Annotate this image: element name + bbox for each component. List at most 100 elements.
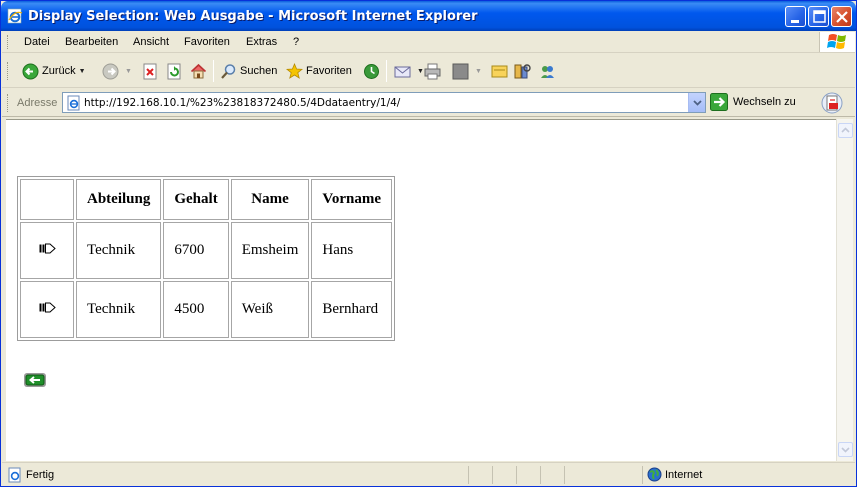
cell-name: Emsheim bbox=[230, 222, 310, 279]
status-text: Fertig bbox=[26, 469, 55, 481]
detail-arrow-icon[interactable] bbox=[39, 243, 56, 254]
windows-flag-icon bbox=[827, 34, 846, 49]
search-button[interactable]: Suchen bbox=[220, 59, 277, 83]
mail-icon bbox=[394, 66, 411, 77]
row-action-cell bbox=[20, 222, 74, 279]
history-button[interactable] bbox=[363, 59, 383, 83]
favorites-star-icon bbox=[286, 62, 303, 79]
menu-extras[interactable]: Extras bbox=[246, 36, 277, 48]
header-vorname: Vorname bbox=[311, 179, 392, 220]
data-table: Abteilung Gehalt Name Vorname Technik 67… bbox=[17, 176, 395, 341]
address-bar: Adresse http://192.168.10.1/%23%23818372… bbox=[2, 89, 855, 117]
address-label: Adresse bbox=[17, 97, 58, 109]
toolbar: Zurück ▼ ▼ Suchen Favoriten ▼ ▼ bbox=[2, 54, 855, 88]
page-content: Abteilung Gehalt Name Vorname Technik 67… bbox=[6, 119, 836, 461]
page-icon bbox=[8, 467, 21, 483]
back-label: Zurück bbox=[42, 65, 76, 77]
zone-label: Internet bbox=[665, 469, 703, 481]
row-action-cell bbox=[20, 281, 74, 338]
status-panel bbox=[642, 466, 643, 484]
toolbar-separator bbox=[386, 60, 387, 82]
address-grip bbox=[7, 94, 9, 112]
refresh-button[interactable] bbox=[166, 59, 186, 83]
menu-help[interactable]: ? bbox=[293, 36, 299, 48]
table-header-row: Abteilung Gehalt Name Vorname bbox=[20, 179, 392, 220]
back-dropdown-icon[interactable]: ▼ bbox=[79, 68, 86, 75]
forward-dropdown-icon[interactable]: ▼ bbox=[125, 68, 132, 75]
refresh-icon bbox=[167, 63, 181, 79]
minimize-button[interactable] bbox=[785, 6, 806, 27]
edit-icon bbox=[452, 63, 469, 79]
edit-button[interactable]: ▼ bbox=[452, 59, 482, 83]
detail-arrow-icon[interactable] bbox=[39, 302, 56, 313]
home-button[interactable] bbox=[190, 59, 210, 83]
page-icon bbox=[67, 95, 80, 111]
research-button[interactable] bbox=[514, 59, 534, 83]
close-icon bbox=[836, 11, 848, 23]
go-label: Wechseln zu bbox=[733, 96, 796, 108]
menu-datei[interactable]: Datei bbox=[24, 36, 50, 48]
go-button[interactable]: Wechseln zu bbox=[710, 93, 796, 111]
close-button[interactable] bbox=[831, 6, 852, 27]
windows-logo bbox=[819, 32, 855, 52]
status-panel bbox=[540, 466, 541, 484]
print-icon bbox=[424, 63, 441, 79]
cell-gehalt: 4500 bbox=[163, 281, 229, 338]
discuss-button[interactable] bbox=[491, 59, 511, 83]
back-button[interactable]: Zurück ▼ bbox=[22, 59, 86, 83]
maximize-button[interactable] bbox=[808, 6, 829, 27]
cell-gehalt: 6700 bbox=[163, 222, 229, 279]
address-url: http://192.168.10.1/%23%23818372480.5/4D… bbox=[84, 97, 401, 109]
messenger-button[interactable] bbox=[539, 59, 559, 83]
title-bar: Display Selection: Web Ausgabe - Microso… bbox=[1, 1, 856, 31]
toolbar-separator bbox=[213, 60, 214, 82]
menu-favoriten[interactable]: Favoriten bbox=[184, 36, 230, 48]
print-button[interactable] bbox=[424, 59, 444, 83]
chevron-up-icon bbox=[841, 127, 850, 133]
cell-vorname: Bernhard bbox=[311, 281, 392, 338]
menu-bar: Datei Bearbeiten Ansicht Favoriten Extra… bbox=[2, 31, 855, 53]
header-gehalt: Gehalt bbox=[163, 179, 229, 220]
messenger-icon bbox=[541, 65, 554, 78]
chevron-down-icon bbox=[693, 100, 702, 106]
discuss-icon bbox=[491, 65, 508, 77]
favorites-button[interactable]: Favoriten bbox=[286, 59, 352, 83]
address-input[interactable]: http://192.168.10.1/%23%23818372480.5/4D… bbox=[62, 92, 706, 113]
history-icon bbox=[364, 63, 379, 79]
header-name: Name bbox=[230, 179, 310, 220]
forward-button[interactable]: ▼ bbox=[102, 59, 132, 83]
header-abteilung: Abteilung bbox=[76, 179, 162, 220]
scroll-down-button[interactable] bbox=[838, 442, 853, 457]
menu-grip bbox=[7, 35, 9, 49]
minimize-icon bbox=[791, 20, 799, 23]
toolbar-grip bbox=[7, 62, 9, 80]
mail-button[interactable]: ▼ bbox=[394, 59, 424, 83]
header-empty bbox=[20, 179, 74, 220]
vertical-scrollbar[interactable] bbox=[836, 119, 853, 461]
pdf-icon[interactable] bbox=[820, 91, 844, 115]
cell-name: Weiß bbox=[230, 281, 310, 338]
stop-button[interactable] bbox=[142, 59, 162, 83]
status-panel bbox=[564, 466, 565, 484]
menu-ansicht[interactable]: Ansicht bbox=[133, 36, 169, 48]
forward-icon bbox=[102, 63, 119, 79]
menu-bearbeiten[interactable]: Bearbeiten bbox=[65, 36, 118, 48]
stop-icon bbox=[143, 63, 157, 79]
table-row: Technik 6700 Emsheim Hans bbox=[20, 222, 392, 279]
cell-abteilung: Technik bbox=[76, 281, 162, 338]
chevron-down-icon bbox=[841, 447, 850, 453]
research-icon bbox=[514, 63, 531, 78]
browser-window: Display Selection: Web Ausgabe - Microso… bbox=[0, 0, 857, 487]
go-arrow-icon bbox=[710, 93, 728, 111]
address-dropdown-button[interactable] bbox=[688, 93, 705, 112]
status-panel bbox=[492, 466, 493, 484]
mail-dropdown-icon[interactable]: ▼ bbox=[417, 68, 424, 75]
status-panel bbox=[516, 466, 517, 484]
edit-dropdown-icon[interactable]: ▼ bbox=[475, 68, 482, 75]
globe-icon bbox=[647, 467, 662, 482]
window-title: Display Selection: Web Ausgabe - Microso… bbox=[28, 9, 478, 24]
back-arrow-icon[interactable] bbox=[23, 371, 47, 389]
status-bar: Fertig Internet bbox=[2, 462, 855, 486]
cell-abteilung: Technik bbox=[76, 222, 162, 279]
scroll-up-button[interactable] bbox=[838, 123, 853, 138]
